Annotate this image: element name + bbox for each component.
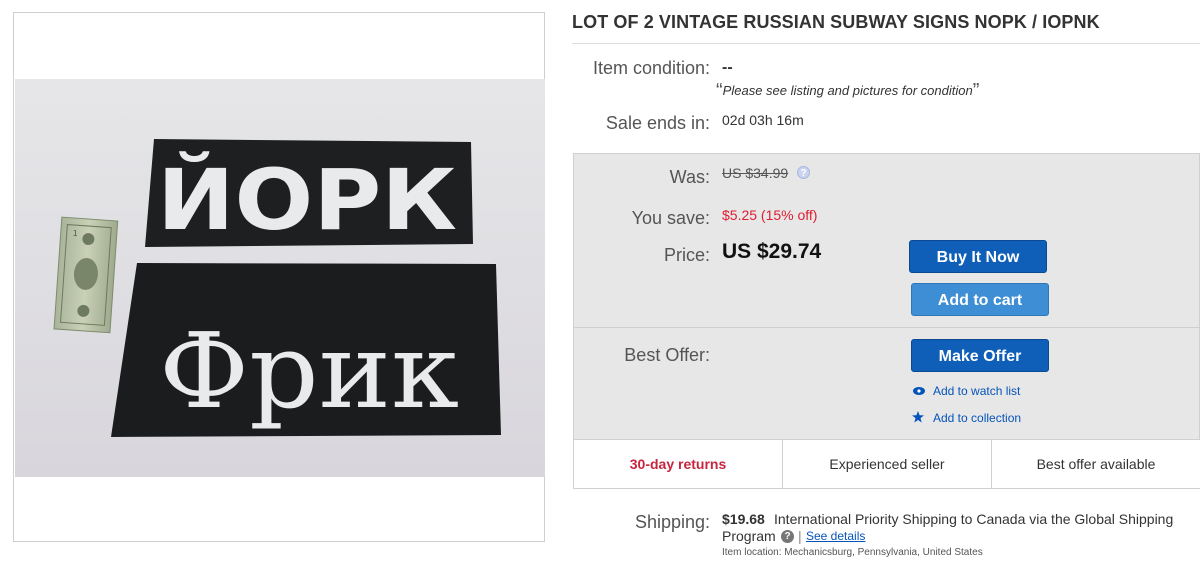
badge-best-offer: Best offer available	[1036, 456, 1156, 472]
condition-note: “Please see listing and pictures for con…	[716, 80, 979, 103]
add-to-collection-link[interactable]: Add to collection	[933, 411, 1021, 425]
sale-ends-label: Sale ends in:	[605, 113, 710, 133]
open-quote: “	[716, 80, 723, 102]
was-price: US $34.99	[722, 165, 789, 181]
trust-badges: 30-day returns Experienced seller Best o…	[574, 439, 1200, 488]
see-details-link[interactable]: See details	[806, 529, 865, 543]
make-offer-button[interactable]: Make Offer	[911, 339, 1049, 372]
title-divider	[572, 43, 1200, 44]
close-quote: ”	[972, 80, 980, 102]
shipping-cost: $19.68	[722, 511, 765, 527]
condition-note-text: Please see listing and pictures for cond…	[722, 83, 973, 98]
sign-top-text: ЙОРК	[157, 151, 457, 249]
sign-bottom: Фрик	[111, 263, 501, 437]
dollar-bill: 1	[53, 216, 119, 334]
you-save-value: $5.25 (15% off)	[722, 207, 818, 223]
separator: |	[798, 528, 802, 544]
buy-it-now-button[interactable]: Buy It Now	[909, 240, 1047, 273]
image-gallery: ЙОРК Фрик 1	[13, 12, 545, 542]
item-location: Item location: Mechanicsburg, Pennsylvan…	[722, 547, 983, 558]
help-icon[interactable]: ?	[797, 166, 810, 179]
was-label: Was:	[669, 167, 710, 187]
condition-label: Item condition:	[592, 58, 710, 78]
you-save-label: You save:	[631, 208, 710, 228]
listing-photo[interactable]: ЙОРК Фрик 1	[15, 79, 545, 477]
shipping-help-icon[interactable]: ?	[781, 530, 794, 543]
price-box-divider	[574, 327, 1200, 328]
eye-icon	[913, 387, 925, 395]
sale-ends-value: 02d 03h 16m	[722, 112, 804, 128]
banknote-label: 1	[72, 229, 78, 238]
badge-returns: 30-day returns	[574, 440, 783, 488]
listing-title: LOT OF 2 VINTAGE RUSSIAN SUBWAY SIGNS NO…	[572, 12, 1100, 32]
shipping-service: International Priority Shipping to Canad…	[774, 511, 1174, 527]
add-to-watch-list-link[interactable]: Add to watch list	[933, 384, 1020, 398]
price-label: Price:	[663, 245, 710, 265]
sign-top: ЙОРК	[145, 139, 473, 249]
star-icon	[912, 411, 924, 423]
sign-bottom-text: Фрик	[159, 310, 459, 432]
badge-seller: Experienced seller	[783, 440, 992, 488]
best-offer-label: Best Offer:	[624, 345, 710, 365]
condition-value: --	[722, 59, 733, 76]
shipping-service-line2: Program	[722, 528, 776, 544]
add-to-cart-button[interactable]: Add to cart	[911, 283, 1049, 316]
shipping-label: Shipping:	[634, 512, 710, 532]
current-price: US $29.74	[722, 240, 822, 263]
